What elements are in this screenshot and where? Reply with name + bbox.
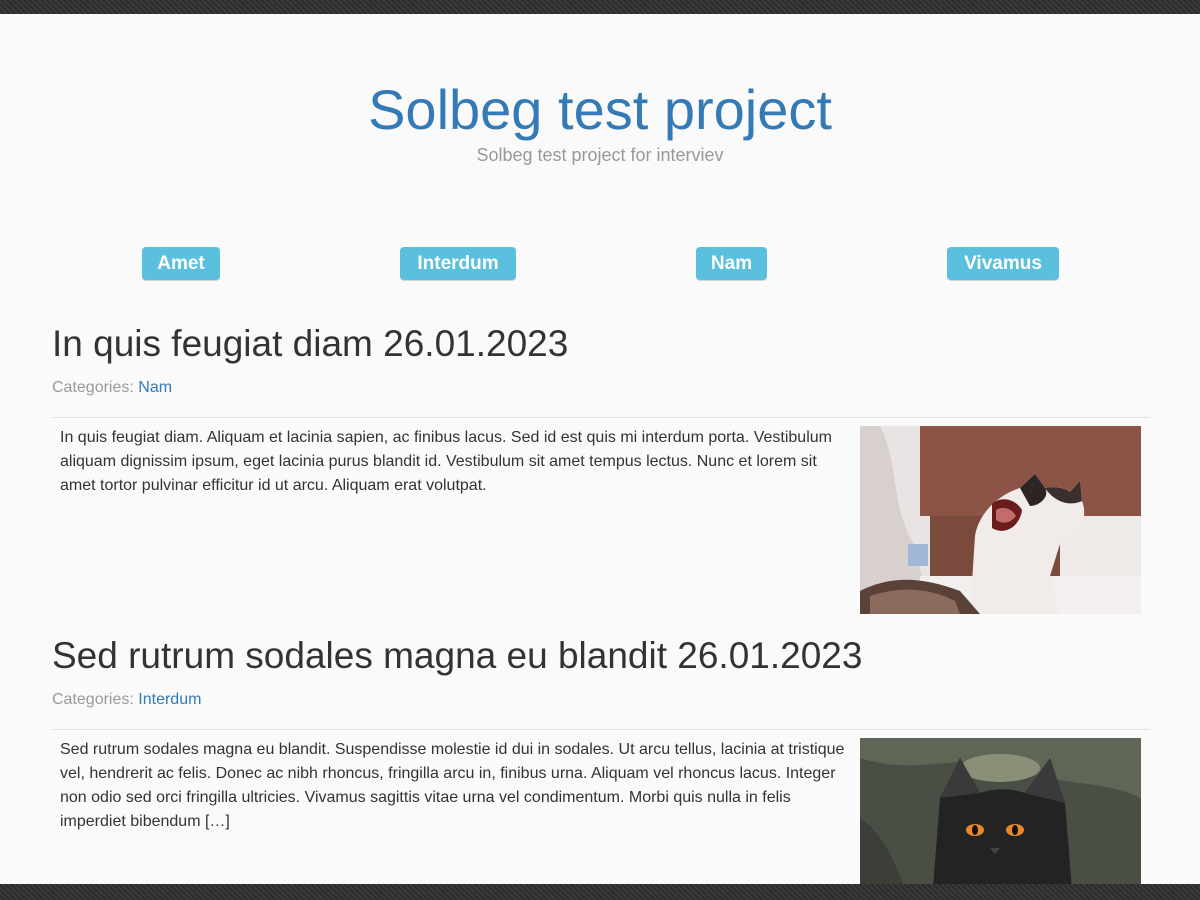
black-cat-photo[interactable]: [860, 738, 1141, 900]
post-categories: Categories: Interdum: [52, 690, 1149, 710]
post-body: Sed rutrum sodales magna eu blandit. Sus…: [52, 738, 1149, 900]
yawning-cat-photo[interactable]: [860, 426, 1141, 614]
post-categories: Categories: Nam: [52, 378, 1149, 398]
top-border: [0, 0, 1200, 14]
post-excerpt: Sed rutrum sodales magna eu blandit. Sus…: [60, 741, 845, 830]
post-item: Sed rutrum sodales magna eu blandit 26.0…: [52, 634, 1149, 900]
post-title[interactable]: In quis feugiat diam 26.01.2023: [52, 322, 1149, 366]
post-excerpt: In quis feugiat diam. Aliquam et lacinia…: [60, 429, 832, 494]
yawning-cat-image: [860, 426, 1141, 614]
categories-label: Categories:: [52, 379, 134, 396]
divider: [52, 729, 1149, 730]
site-title[interactable]: Solbeg test project: [0, 80, 1200, 140]
bottom-border: [0, 884, 1200, 900]
black-cat-image: [860, 738, 1141, 900]
category-link[interactable]: Interdum: [138, 691, 201, 708]
post-body: In quis feugiat diam. Aliquam et lacinia…: [52, 426, 1149, 614]
nav-button-vivamus[interactable]: Vivamus: [947, 247, 1059, 280]
site-tagline: Solbeg test project for interviev: [476, 145, 724, 165]
post-item: In quis feugiat diam 26.01.2023 Categori…: [52, 322, 1149, 614]
post-title[interactable]: Sed rutrum sodales magna eu blandit 26.0…: [52, 634, 1149, 678]
nav-button-nam[interactable]: Nam: [696, 247, 767, 280]
category-link[interactable]: Nam: [138, 379, 172, 396]
divider: [52, 417, 1149, 418]
site-header: Solbeg test project Solbeg test project …: [0, 80, 1200, 166]
categories-label: Categories:: [52, 691, 134, 708]
nav-button-interdum[interactable]: Interdum: [400, 247, 516, 280]
nav-button-amet[interactable]: Amet: [142, 247, 220, 280]
